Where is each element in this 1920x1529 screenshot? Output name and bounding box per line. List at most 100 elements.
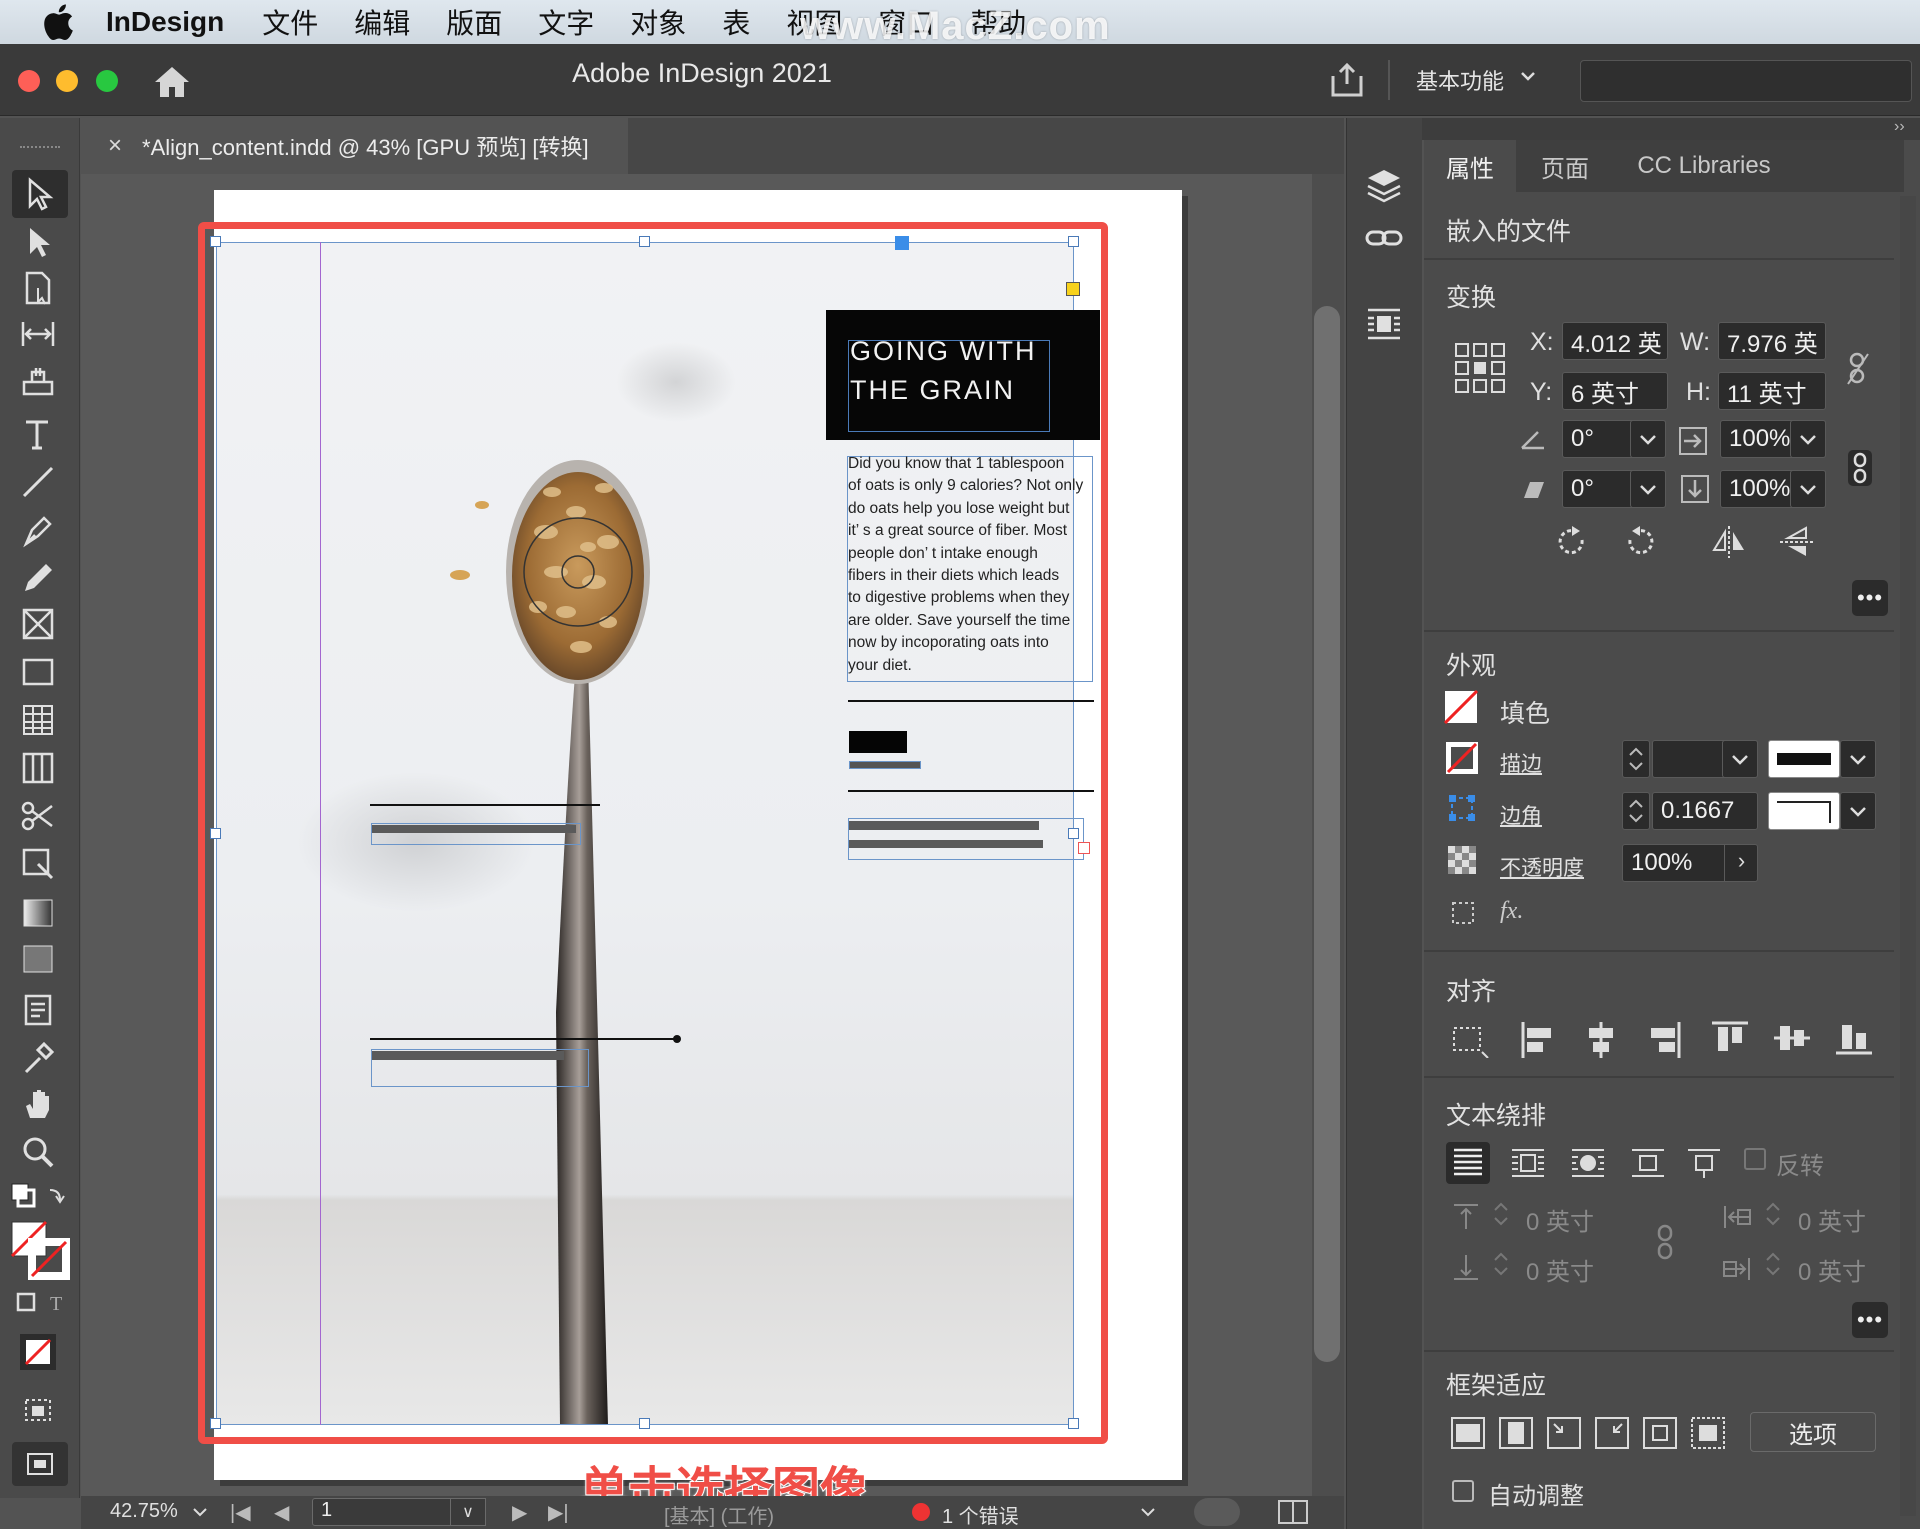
- scroll-thumb[interactable]: [1314, 306, 1340, 1362]
- x-position-field[interactable]: 4.012 英: [1562, 322, 1668, 360]
- wrap-bounding-box-icon[interactable]: [1508, 1144, 1548, 1182]
- menu-file[interactable]: 文件: [262, 2, 318, 42]
- stroke-label[interactable]: 描边: [1500, 748, 1542, 778]
- fill-frame-proportionally-icon[interactable]: [1450, 1416, 1486, 1450]
- close-tab-icon[interactable]: ×: [108, 132, 122, 160]
- align-right-icon[interactable]: [1648, 1020, 1682, 1060]
- gradient-feather-tool-icon[interactable]: [18, 938, 62, 978]
- rotate-counterclockwise-icon[interactable]: [1622, 524, 1658, 560]
- stroke-type-dropdown[interactable]: [1840, 740, 1876, 778]
- more-options-button[interactable]: •••: [1852, 1302, 1888, 1338]
- layers-icon[interactable]: [1364, 166, 1404, 206]
- menu-app-name[interactable]: InDesign: [106, 6, 224, 38]
- page-dropdown[interactable]: ∨: [450, 1498, 486, 1526]
- apply-none-icon[interactable]: [16, 1330, 64, 1374]
- align-to-selection-icon[interactable]: [1450, 1022, 1490, 1058]
- selection-tool-icon[interactable]: [18, 174, 62, 214]
- corner-label[interactable]: 边角: [1500, 800, 1542, 830]
- default-fill-stroke-icon[interactable]: [10, 1182, 70, 1218]
- bottom-offset-stepper[interactable]: [1488, 1246, 1514, 1284]
- height-field[interactable]: 11 英寸: [1718, 372, 1826, 410]
- y-position-field[interactable]: 6 英寸: [1562, 372, 1668, 410]
- menu-type[interactable]: 文字: [538, 2, 594, 42]
- invert-checkbox[interactable]: [1744, 1148, 1766, 1170]
- menu-object[interactable]: 对象: [630, 2, 686, 42]
- rotation-dropdown[interactable]: [1630, 420, 1666, 458]
- zoom-tool-icon[interactable]: [18, 1132, 62, 1172]
- auto-fit-checkbox[interactable]: [1452, 1480, 1474, 1502]
- page-number-field[interactable]: 1: [312, 1498, 462, 1526]
- eyedropper-tool-icon[interactable]: [18, 1038, 62, 1078]
- formatting-container-icon[interactable]: T: [14, 1290, 70, 1316]
- bottom-offset-field[interactable]: 0 英寸: [1526, 1252, 1594, 1287]
- scale-x-dropdown[interactable]: [1790, 420, 1826, 458]
- link-offsets-icon[interactable]: [1654, 1222, 1676, 1262]
- corner-size-stepper[interactable]: [1622, 792, 1650, 830]
- content-collector-icon[interactable]: [18, 360, 62, 400]
- stroke-swatch-icon[interactable]: [1446, 742, 1478, 774]
- align-bottom-icon[interactable]: [1834, 1020, 1874, 1056]
- constrain-scale-icon[interactable]: [1846, 448, 1874, 488]
- note-tool-icon[interactable]: [18, 990, 62, 1030]
- tab-properties[interactable]: 属性: [1424, 140, 1516, 192]
- type-tool-icon[interactable]: [18, 414, 62, 454]
- fx-button[interactable]: fx.: [1500, 898, 1523, 925]
- left-offset-field[interactable]: 0 英寸: [1798, 1202, 1866, 1237]
- stroke-weight-stepper[interactable]: [1622, 740, 1650, 778]
- panel-scrollbar[interactable]: [1900, 196, 1916, 1516]
- jump-to-next-column-icon[interactable]: [1684, 1144, 1724, 1182]
- flip-vertical-icon[interactable]: [1778, 524, 1816, 560]
- chevron-down-icon[interactable]: [1140, 1504, 1156, 1520]
- menu-edit[interactable]: 编辑: [354, 2, 410, 42]
- rotate-clockwise-icon[interactable]: [1554, 524, 1590, 560]
- content-aware-fit-icon[interactable]: [1690, 1416, 1726, 1450]
- pen-tool-icon[interactable]: [18, 510, 62, 550]
- jump-object-icon[interactable]: [1628, 1144, 1668, 1182]
- expand-icon[interactable]: ››: [1894, 118, 1905, 136]
- fit-frame-to-content-icon[interactable]: [1546, 1416, 1582, 1450]
- stroke-type-swatch[interactable]: [1768, 740, 1840, 778]
- menu-layout[interactable]: 版面: [446, 2, 502, 42]
- corner-shape-dropdown[interactable]: [1840, 792, 1876, 830]
- no-text-wrap-button[interactable]: [1446, 1142, 1490, 1184]
- left-offset-stepper[interactable]: [1760, 1196, 1786, 1234]
- chevron-right-icon[interactable]: ›: [1724, 844, 1758, 882]
- fill-swatch-icon[interactable]: [1444, 690, 1478, 724]
- previous-page-icon[interactable]: ◀: [274, 1500, 289, 1525]
- table-tool-icon[interactable]: [18, 700, 62, 740]
- menu-table[interactable]: 表: [722, 2, 750, 42]
- screen-mode-icon[interactable]: [18, 1390, 62, 1430]
- stroke-weight-dropdown[interactable]: [1722, 740, 1758, 778]
- right-offset-stepper[interactable]: [1760, 1246, 1786, 1284]
- first-page-icon[interactable]: |◀: [230, 1500, 251, 1525]
- frame-fitting-options-button[interactable]: 选项: [1750, 1412, 1876, 1452]
- fill-stroke-swatch-icon[interactable]: [8, 1218, 72, 1282]
- right-offset-field[interactable]: 0 英寸: [1798, 1252, 1866, 1287]
- top-offset-field[interactable]: 0 英寸: [1526, 1202, 1594, 1237]
- rectangle-frame-tool-icon[interactable]: [18, 604, 62, 644]
- corner-options-icon[interactable]: [1448, 794, 1476, 822]
- align-horizontal-center-icon[interactable]: [1584, 1020, 1618, 1060]
- width-field[interactable]: 7.976 英: [1718, 322, 1826, 360]
- fit-content-to-frame-icon[interactable]: [1594, 1416, 1630, 1450]
- shear-dropdown[interactable]: [1630, 470, 1666, 508]
- view-options-icon[interactable]: [12, 1442, 68, 1486]
- toolbar-grip[interactable]: [20, 146, 60, 150]
- align-top-icon[interactable]: [1710, 1020, 1750, 1056]
- document-tab[interactable]: × *Align_content.indd @ 43% [GPU 预览] [转换…: [80, 118, 628, 174]
- fill-label[interactable]: 填色: [1500, 694, 1550, 730]
- scissors-tool-icon[interactable]: [18, 796, 62, 836]
- chevron-down-icon[interactable]: [1520, 68, 1536, 84]
- scale-y-dropdown[interactable]: [1790, 470, 1826, 508]
- apple-icon[interactable]: [38, 0, 82, 44]
- next-page-icon[interactable]: ▶: [512, 1500, 527, 1525]
- preflight-errors[interactable]: 1 个错误: [942, 1500, 1019, 1529]
- flip-horizontal-icon[interactable]: [1710, 524, 1748, 560]
- tab-cc-libraries[interactable]: CC Libraries: [1614, 140, 1794, 192]
- tab-pages[interactable]: 页面: [1516, 140, 1614, 192]
- wrap-object-shape-icon[interactable]: [1568, 1144, 1608, 1182]
- page-tool-icon[interactable]: [18, 268, 62, 308]
- last-page-icon[interactable]: ▶|: [548, 1500, 569, 1525]
- workspace-switcher[interactable]: 基本功能: [1416, 64, 1504, 96]
- free-transform-tool-icon[interactable]: [18, 844, 62, 884]
